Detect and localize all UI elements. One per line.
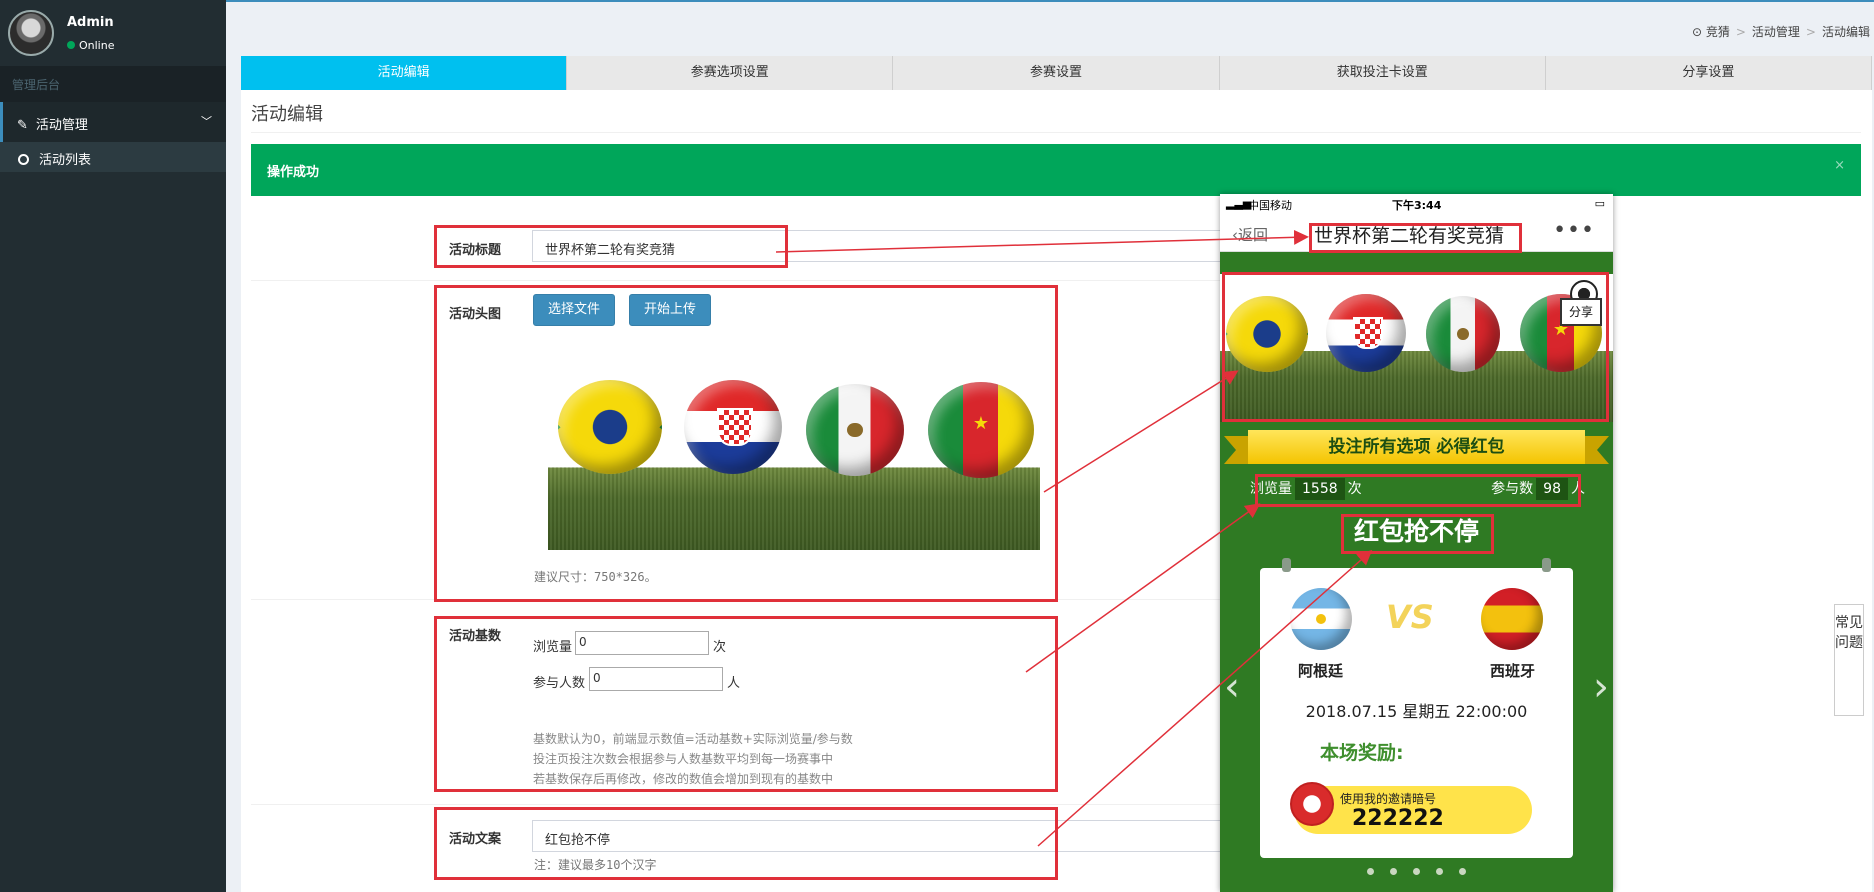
breadcrumb-item: 活动编辑 (1821, 25, 1870, 39)
sidebar: Admin Online 管理后台 ✎ 活动管理 ﹀ 活动列表 (0, 0, 226, 892)
breadcrumb-item[interactable]: 活动管理 (1752, 25, 1800, 39)
match-time: 2018.07.15 星期五 22:00:00 (1305, 702, 1528, 721)
annotation-box (434, 225, 788, 268)
team-a: 阿根廷 (1298, 662, 1344, 680)
sidebar-item-activity-list[interactable]: 活动列表 (0, 142, 226, 172)
annotation-box (1222, 272, 1609, 422)
tab-match-settings[interactable]: 参赛设置 (893, 56, 1220, 90)
online-dot-icon (67, 41, 75, 49)
faq-button[interactable]: 常见问题 (1834, 604, 1864, 716)
match-card: VS 阿根廷 西班牙 2018.07.15 星期五 22:00:00 本场奖励:… (1260, 558, 1573, 858)
back-button[interactable]: ‹返回 (1232, 224, 1268, 245)
annotation-box (434, 616, 1058, 792)
phone-status-bar: ▂▃▅ 中国移动 下午3:44 ▭ (1220, 194, 1613, 214)
carousel-dots (1220, 864, 1613, 879)
vs-text: VS (1386, 598, 1434, 636)
spain-flag-icon (1481, 588, 1543, 650)
badge-icon (1290, 782, 1334, 826)
top-bar (226, 0, 1874, 2)
circle-icon (18, 154, 29, 165)
clock-text: 下午3:44 (1392, 199, 1442, 212)
dashboard-icon: ⊙ (1691, 25, 1702, 39)
user-name: Admin (67, 15, 114, 30)
battery-icon: ▭ (1594, 197, 1605, 210)
user-status: Online (67, 39, 114, 52)
annotation-box (1341, 514, 1494, 554)
breadcrumb: ⊙ 竞猜 > 活动管理 > 活动编辑 (1691, 25, 1870, 39)
page-title: 活动编辑 (251, 104, 323, 125)
annotation-box (1255, 474, 1581, 507)
invite-code: 222222 (1352, 806, 1444, 831)
annotation-box (1309, 223, 1522, 253)
avatar (8, 10, 54, 56)
carrier-text: 中国移动 (1248, 199, 1292, 212)
sidebar-header: 管理后台 (0, 66, 226, 102)
edit-icon: ✎ (17, 118, 28, 133)
chevron-right-icon[interactable]: › (1593, 664, 1609, 710)
sidebar-menu-activity[interactable]: ✎ 活动管理 ﹀ (0, 102, 226, 142)
phone-ribbon: 投注所有选项 必得红包 (1220, 430, 1613, 464)
user-panel: Admin Online (0, 0, 226, 66)
chevron-down-icon: ﹀ (201, 115, 212, 128)
breadcrumb-item[interactable]: 竞猜 (1706, 25, 1730, 39)
annotation-box (434, 285, 1058, 602)
ribbon-text: 投注所有选项 必得红包 (1248, 430, 1585, 464)
more-icon[interactable]: ••• (1553, 218, 1595, 243)
invite-text: 使用我的邀请暗号 (1340, 792, 1437, 806)
team-b: 西班牙 (1489, 662, 1535, 680)
argentina-flag-icon (1290, 588, 1352, 650)
prize-label: 本场奖励: (1320, 742, 1404, 764)
close-icon[interactable]: × (1834, 158, 1845, 173)
success-alert: 操作成功 × (251, 144, 1861, 196)
chevron-left-icon[interactable]: ‹ (1224, 664, 1240, 710)
tab-activity-edit[interactable]: 活动编辑 (241, 56, 568, 90)
tab-bar: 活动编辑 参赛选项设置 参赛设置 获取投注卡设置 分享设置 (241, 56, 1873, 90)
tab-share-settings[interactable]: 分享设置 (1545, 56, 1873, 90)
sidebar-menu-label: 活动管理 (35, 118, 88, 133)
annotation-box (434, 807, 1058, 880)
tab-option-settings[interactable]: 参赛选项设置 (567, 56, 894, 90)
tab-bet-card-settings[interactable]: 获取投注卡设置 (1219, 56, 1546, 90)
alert-text: 操作成功 (267, 165, 320, 180)
